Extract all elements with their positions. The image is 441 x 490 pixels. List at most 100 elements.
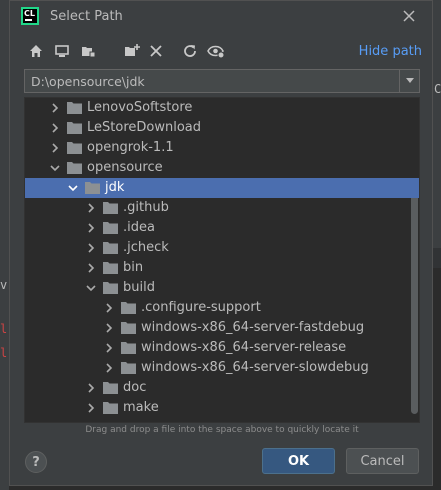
tree-row[interactable]: jdk xyxy=(25,178,419,198)
tree-item-label: jdk xyxy=(105,180,125,195)
close-button[interactable] xyxy=(400,7,418,25)
chevron-right-icon[interactable] xyxy=(49,142,61,154)
path-history-dropdown-button[interactable] xyxy=(399,70,419,92)
folder-icon xyxy=(67,102,82,114)
folder-icon xyxy=(103,282,118,294)
chevron-right-icon[interactable] xyxy=(103,322,115,334)
delete-button[interactable] xyxy=(146,41,166,61)
desktop-icon xyxy=(55,45,69,57)
chevron-right-icon[interactable] xyxy=(85,262,97,274)
delete-icon xyxy=(150,45,162,57)
home-icon xyxy=(30,45,42,57)
folder-icon xyxy=(103,202,118,214)
folder-tree[interactable]: LenovoSoftstore LeStoreDownload opengrok-1… xyxy=(24,97,420,423)
show-hidden-files-icon xyxy=(207,45,225,59)
chevron-right-icon[interactable] xyxy=(85,202,97,214)
chevron-right-icon[interactable] xyxy=(103,342,115,354)
tree-row[interactable]: .jcheck xyxy=(25,238,419,258)
project-folder-icon xyxy=(82,47,96,58)
folder-icon xyxy=(121,362,136,374)
ide-background-text: v xyxy=(0,278,8,292)
tree-row[interactable]: LenovoSoftstore xyxy=(25,98,419,118)
tree-item-label: LeStoreDownload xyxy=(87,120,201,135)
chevron-right-icon[interactable] xyxy=(103,362,115,374)
ok-button[interactable]: OK xyxy=(262,448,335,474)
clion-app-icon: CL xyxy=(21,7,39,25)
tree-item-label: windows-x86_64-server-release xyxy=(141,340,347,355)
tree-row[interactable]: opensource xyxy=(25,158,419,178)
tree-item-label: LenovoSoftstore xyxy=(87,100,193,115)
close-icon xyxy=(403,10,415,22)
new-folder-icon xyxy=(125,44,140,56)
folder-icon xyxy=(121,302,136,314)
tree-item-label: bin xyxy=(123,260,144,275)
cancel-button[interactable]: Cancel xyxy=(346,448,419,474)
folder-icon xyxy=(103,222,118,234)
folder-icon xyxy=(121,342,136,354)
select-path-dialog: CL Select Path Hide path D:\opensource\j… xyxy=(9,0,433,486)
tree-item-label: windows-x86_64-server-slowdebug xyxy=(141,360,369,375)
tree-row[interactable]: .idea xyxy=(25,218,419,238)
tree-row[interactable]: bin xyxy=(25,258,419,278)
folder-icon xyxy=(103,382,118,394)
chevron-down-icon[interactable] xyxy=(85,282,97,294)
home-button[interactable] xyxy=(26,41,46,61)
dialog-title: Select Path xyxy=(50,9,123,24)
tree-row[interactable]: windows-x86_64-server-fastdebug xyxy=(25,318,419,338)
folder-icon xyxy=(103,262,118,274)
ide-background-panel-right xyxy=(433,0,441,248)
title-bar[interactable]: CL Select Path xyxy=(10,1,432,33)
tree-row[interactable]: opengrok-1.1 xyxy=(25,138,419,158)
toolbar xyxy=(26,41,406,63)
tree-row[interactable]: LeStoreDownload xyxy=(25,118,419,138)
help-button[interactable]: ? xyxy=(25,451,47,473)
project-button[interactable] xyxy=(78,41,98,61)
drag-drop-hint: Drag and drop a file into the space abov… xyxy=(85,425,359,435)
folder-icon xyxy=(103,242,118,254)
new-folder-button[interactable] xyxy=(122,41,142,61)
tree-row[interactable]: make xyxy=(25,398,419,418)
tree-item-label: .jcheck xyxy=(123,240,169,255)
tree-item-label: opengrok-1.1 xyxy=(87,140,174,155)
chevron-right-icon[interactable] xyxy=(49,102,61,114)
desktop-button[interactable] xyxy=(52,41,72,61)
ide-background-divider xyxy=(433,248,441,268)
tree-item-label: .idea xyxy=(123,220,155,235)
tree-row[interactable]: windows-x86_64-server-slowdebug xyxy=(25,358,419,378)
folder-icon xyxy=(85,182,100,194)
tree-item-label: doc xyxy=(123,380,147,395)
tree-item-label: make xyxy=(123,400,159,415)
folder-icon xyxy=(67,162,82,174)
tree-row[interactable]: .github xyxy=(25,198,419,218)
chevron-right-icon[interactable] xyxy=(49,122,61,134)
chevron-right-icon[interactable] xyxy=(85,222,97,234)
path-combobox[interactable] xyxy=(24,69,420,93)
ide-background-text: C xyxy=(434,82,441,96)
chevron-right-icon[interactable] xyxy=(85,402,97,414)
chevron-down-icon xyxy=(405,78,414,83)
folder-icon xyxy=(121,322,136,334)
refresh-button[interactable] xyxy=(180,41,200,61)
tree-row[interactable]: .configure-support xyxy=(25,298,419,318)
folder-icon xyxy=(67,122,82,134)
chevron-down-icon[interactable] xyxy=(49,162,61,174)
ide-background-panel xyxy=(0,0,9,490)
refresh-icon xyxy=(184,45,196,57)
tree-item-label: .github xyxy=(123,200,169,215)
ide-background-text: l xyxy=(0,322,8,336)
tree-item-label: build xyxy=(123,280,155,295)
tree-row[interactable]: build xyxy=(25,278,419,298)
path-input[interactable] xyxy=(25,70,399,92)
chevron-right-icon[interactable] xyxy=(103,302,115,314)
folder-icon xyxy=(103,402,118,414)
tree-item-label: .configure-support xyxy=(141,300,261,315)
chevron-down-icon[interactable] xyxy=(67,182,79,194)
show-hidden-button[interactable] xyxy=(206,41,226,61)
tree-item-label: opensource xyxy=(87,160,163,175)
folder-icon xyxy=(67,142,82,154)
tree-row[interactable]: doc xyxy=(25,378,419,398)
chevron-right-icon[interactable] xyxy=(85,382,97,394)
hide-path-link[interactable]: Hide path xyxy=(359,44,422,59)
tree-row[interactable]: windows-x86_64-server-release xyxy=(25,338,419,358)
chevron-right-icon[interactable] xyxy=(85,242,97,254)
